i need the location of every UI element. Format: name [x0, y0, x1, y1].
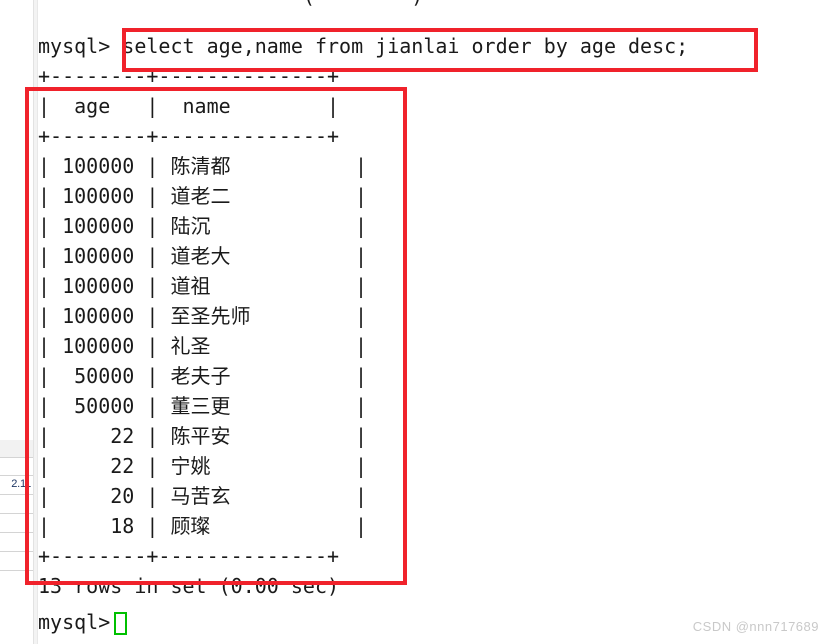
prompt-line-final: mysql>: [38, 610, 111, 634]
table-row: | 100000 | 至圣先师 |: [38, 304, 367, 328]
cell-age: | 100000 |: [38, 334, 171, 358]
spreadsheet-row: [0, 533, 33, 552]
cell-border-right: |: [355, 214, 368, 238]
cell-name: 马苦玄: [170, 484, 231, 508]
table-separator-top: +--------+--------------+: [38, 64, 340, 88]
table-row: | 100000 | 道老大 |: [38, 244, 367, 268]
cell-border-right: |: [355, 454, 368, 478]
cell-name: 陈清都: [170, 154, 231, 178]
table-row: | 100000 | 陆沉 |: [38, 214, 367, 238]
cell-name: 道祖: [170, 274, 211, 298]
side-spreadsheet-strip: 2.11: [0, 0, 33, 644]
table-row: | 100000 | 道老二 |: [38, 184, 367, 208]
cell-name: 陈平安: [170, 424, 231, 448]
table-row: | 100000 | 道祖 |: [38, 274, 367, 298]
table-row: | 22 | 陈平安 |: [38, 424, 367, 448]
table-header-row: | age | name |: [38, 94, 340, 118]
table-separator-header: +--------+--------------+: [38, 124, 340, 148]
table-row: | 18 | 顾璨 |: [38, 514, 367, 538]
cell-age: | 100000 |: [38, 244, 171, 268]
cell-border-right: |: [355, 154, 368, 178]
result-status-text: 13 rows in set (0.00 sec): [38, 574, 340, 598]
cell-name: 老夫子: [170, 364, 231, 388]
prompt-label: mysql>: [38, 34, 111, 58]
table-row: | 100000 | 陈清都 |: [38, 154, 367, 178]
spreadsheet-row: [0, 514, 33, 533]
cell-name: 至圣先师: [170, 304, 251, 328]
cell-age: | 22 |: [38, 424, 171, 448]
cell-age: | 50000 |: [38, 394, 171, 418]
cell-border-right: |: [355, 244, 368, 268]
cell-border-right: |: [355, 274, 368, 298]
cell-border-right: |: [355, 394, 368, 418]
query-text: select age,name from jianlai order by ag…: [122, 34, 689, 58]
cell-age: | 100000 |: [38, 214, 171, 238]
spreadsheet-row: [0, 440, 33, 458]
cell-name: 宁姚: [170, 454, 211, 478]
table-row: | 100000 | 礼圣 |: [38, 334, 367, 358]
mysql-terminal[interactable]: ( ) mysql> select age,name from jianlai …: [38, 0, 831, 644]
cell-name: 陆沉: [170, 214, 211, 238]
cell-border-right: |: [355, 334, 368, 358]
cell-age: | 22 |: [38, 454, 171, 478]
cell-name: 礼圣: [170, 334, 211, 358]
cell-border-right: |: [355, 304, 368, 328]
cell-age: | 18 |: [38, 514, 171, 538]
cell-age: | 50000 |: [38, 364, 171, 388]
cell-name: 道老二: [170, 184, 231, 208]
cell-border-right: |: [355, 364, 368, 388]
prompt-line-query: mysql> select age,name from jianlai orde…: [38, 36, 688, 56]
table-row: | 50000 | 董三更 |: [38, 394, 367, 418]
cell-border-right: |: [355, 484, 368, 508]
table-row: | 22 | 宁姚 |: [38, 454, 367, 478]
spreadsheet-row: [0, 458, 33, 476]
cell-border-right: |: [355, 184, 368, 208]
cell-border-right: |: [355, 424, 368, 448]
spreadsheet-cell-value: 2.11: [11, 478, 31, 490]
cell-age: | 100000 |: [38, 304, 171, 328]
spreadsheet-row: [0, 552, 33, 571]
cell-age: | 20 |: [38, 484, 171, 508]
cell-name: 道老大: [170, 244, 231, 268]
cell-age: | 100000 |: [38, 274, 171, 298]
cell-age: | 100000 |: [38, 184, 171, 208]
clipped-previous-output-line: ( ): [38, 0, 423, 6]
cell-name: 董三更: [170, 394, 231, 418]
watermark: CSDN @nnn717689: [692, 619, 819, 634]
terminal-cursor[interactable]: [114, 612, 127, 635]
cell-name: 顾璨: [170, 514, 211, 538]
cell-border-right: |: [355, 514, 368, 538]
table-separator-bottom: +--------+--------------+: [38, 544, 340, 568]
cell-age: | 100000 |: [38, 154, 171, 178]
table-row: | 20 | 马苦玄 |: [38, 484, 367, 508]
spreadsheet-row: [0, 495, 33, 514]
table-row: | 50000 | 老夫子 |: [38, 364, 367, 388]
